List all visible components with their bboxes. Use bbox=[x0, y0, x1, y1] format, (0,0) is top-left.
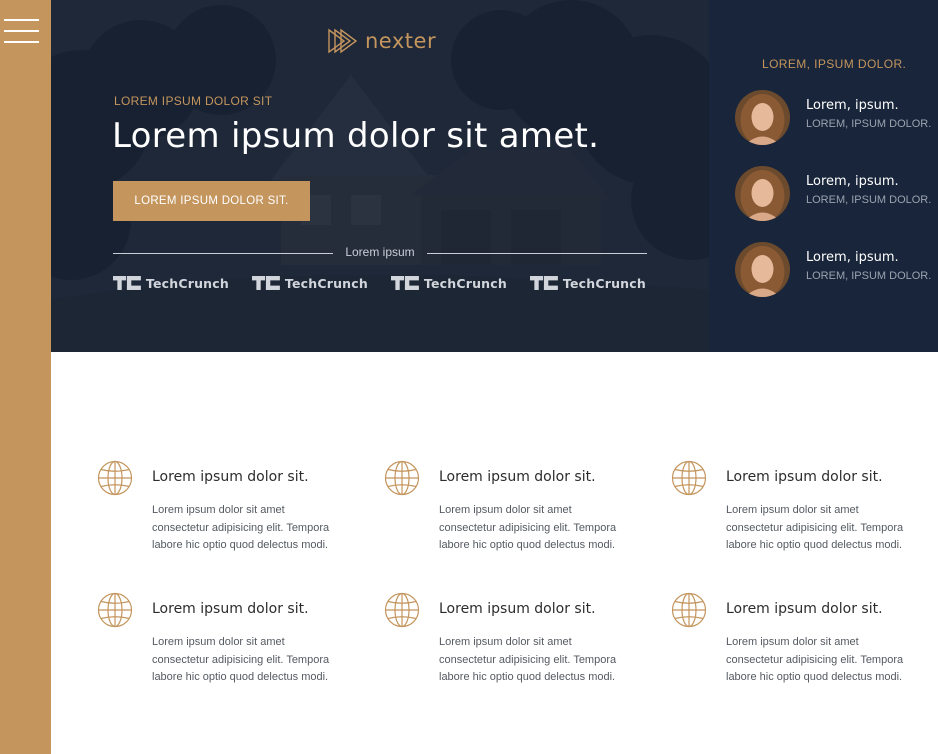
feature-item: Lorem ipsum dolor sit. Lorem ipsum dolor… bbox=[97, 592, 347, 702]
realtor-name: Lorem, ipsum. bbox=[806, 174, 899, 189]
sidebar bbox=[0, 0, 51, 754]
realtor-role: LOREM, IPSUM DOLOR. bbox=[806, 270, 932, 282]
realtor-role: LOREM, IPSUM DOLOR. bbox=[806, 118, 932, 130]
hero-section: nexter LOREM IPSUM DOLOR SIT Lorem ipsum… bbox=[51, 0, 709, 352]
avatar bbox=[735, 90, 790, 145]
feature-title: Lorem ipsum dolor sit. bbox=[152, 469, 309, 485]
techcrunch-icon bbox=[252, 276, 280, 290]
globe-icon bbox=[97, 460, 133, 496]
globe-icon bbox=[384, 592, 420, 628]
hero-eyebrow: LOREM IPSUM DOLOR SIT bbox=[114, 94, 273, 108]
globe-icon bbox=[97, 592, 133, 628]
press-logo-techcrunch: TechCrunch bbox=[252, 275, 368, 291]
globe-icon bbox=[384, 460, 420, 496]
globe-icon bbox=[671, 592, 707, 628]
techcrunch-icon bbox=[530, 276, 558, 290]
logo-text: nexter bbox=[365, 29, 437, 53]
realtors-title: LOREM, IPSUM DOLOR. bbox=[762, 57, 907, 71]
feature-title: Lorem ipsum dolor sit. bbox=[439, 601, 596, 617]
realtors-panel: LOREM, IPSUM DOLOR. Lorem, ipsum. LOREM,… bbox=[709, 0, 938, 352]
hamburger-menu-icon[interactable] bbox=[4, 19, 39, 45]
feature-description: Lorem ipsum dolor sit amet consectetur a… bbox=[439, 636, 617, 683]
feature-item: Lorem ipsum dolor sit. Lorem ipsum dolor… bbox=[671, 592, 921, 702]
realtor-item[interactable]: Lorem, ipsum. LOREM, IPSUM DOLOR. bbox=[735, 90, 938, 146]
realtor-name: Lorem, ipsum. bbox=[806, 250, 899, 265]
feature-description: Lorem ipsum dolor sit amet consectetur a… bbox=[439, 504, 617, 551]
press-divider-label: Lorem ipsum bbox=[345, 245, 415, 259]
feature-item: Lorem ipsum dolor sit. Lorem ipsum dolor… bbox=[97, 460, 347, 570]
realtor-item[interactable]: Lorem, ipsum. LOREM, IPSUM DOLOR. bbox=[735, 242, 938, 298]
feature-item: Lorem ipsum dolor sit. Lorem ipsum dolor… bbox=[671, 460, 921, 570]
hero-cta-button[interactable]: LOREM IPSUM DOLOR SIT. bbox=[113, 181, 310, 221]
realtor-name: Lorem, ipsum. bbox=[806, 98, 899, 113]
feature-title: Lorem ipsum dolor sit. bbox=[439, 469, 596, 485]
press-logo-text: TechCrunch bbox=[145, 275, 229, 291]
feature-description: Lorem ipsum dolor sit amet consectetur a… bbox=[726, 636, 904, 683]
press-logo-techcrunch: TechCrunch bbox=[113, 275, 229, 291]
press-logo-text: TechCrunch bbox=[423, 275, 507, 291]
press-divider: Lorem ipsum bbox=[113, 245, 647, 261]
logo-play-icon bbox=[328, 28, 358, 54]
realtor-item[interactable]: Lorem, ipsum. LOREM, IPSUM DOLOR. bbox=[735, 166, 938, 222]
techcrunch-icon bbox=[391, 276, 419, 290]
press-logo-techcrunch: TechCrunch bbox=[530, 275, 646, 291]
press-logos: TechCrunch TechCrunch TechCrunch TechCru… bbox=[113, 275, 646, 291]
press-logo-text: TechCrunch bbox=[284, 275, 368, 291]
feature-description: Lorem ipsum dolor sit amet consectetur a… bbox=[152, 636, 330, 683]
nexter-logo[interactable]: nexter bbox=[327, 28, 436, 54]
feature-item: Lorem ipsum dolor sit. Lorem ipsum dolor… bbox=[384, 460, 634, 570]
feature-item: Lorem ipsum dolor sit. Lorem ipsum dolor… bbox=[384, 592, 634, 702]
press-logo-techcrunch: TechCrunch bbox=[391, 275, 507, 291]
feature-description: Lorem ipsum dolor sit amet consectetur a… bbox=[726, 504, 904, 551]
avatar bbox=[735, 242, 790, 297]
feature-title: Lorem ipsum dolor sit. bbox=[726, 469, 883, 485]
techcrunch-icon bbox=[113, 276, 141, 290]
globe-icon bbox=[671, 460, 707, 496]
feature-title: Lorem ipsum dolor sit. bbox=[726, 601, 883, 617]
press-logo-text: TechCrunch bbox=[562, 275, 646, 291]
feature-description: Lorem ipsum dolor sit amet consectetur a… bbox=[152, 504, 330, 551]
hero-headline: Lorem ipsum dolor sit amet. bbox=[112, 116, 600, 156]
realtor-role: LOREM, IPSUM DOLOR. bbox=[806, 194, 932, 206]
feature-title: Lorem ipsum dolor sit. bbox=[152, 601, 309, 617]
avatar bbox=[735, 166, 790, 221]
